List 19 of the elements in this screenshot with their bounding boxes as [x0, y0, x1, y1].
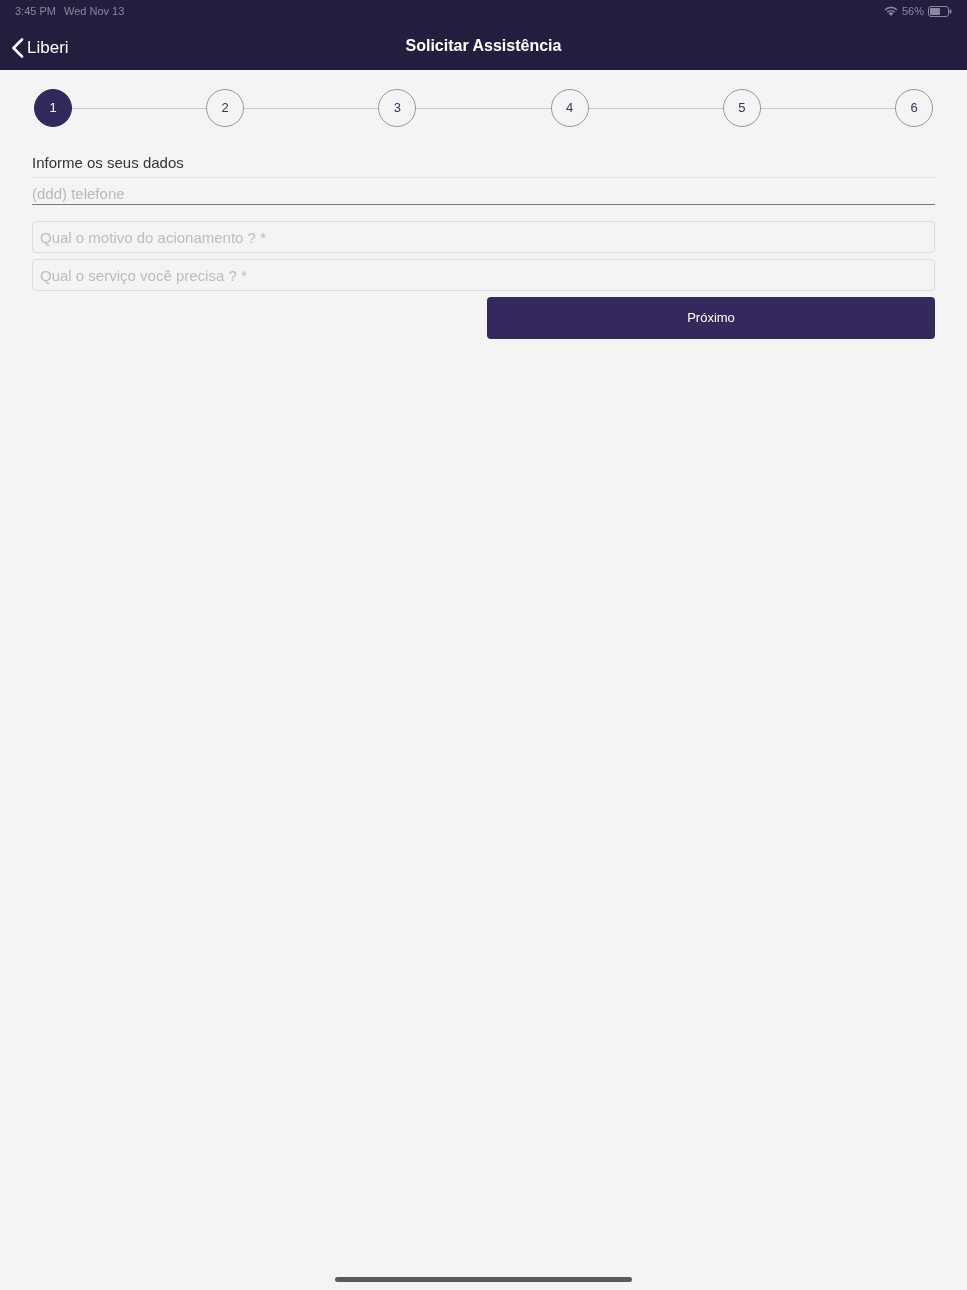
chevron-left-icon — [11, 37, 24, 58]
step-indicator: 3 — [378, 89, 417, 127]
back-button[interactable]: Liberi — [11, 35, 69, 61]
wifi-icon — [883, 6, 898, 16]
phone-input-field[interactable]: (ddd) telefone — [32, 179, 935, 205]
battery-icon — [928, 5, 952, 17]
step-indicator: 6 — [895, 89, 933, 127]
status-time: 3:45 PM — [15, 3, 56, 19]
text-input-field[interactable]: Qual o serviço você precisa ? * — [32, 259, 935, 291]
step-indicator: 1 — [34, 89, 72, 127]
page-title: Solicitar Assistência — [405, 36, 562, 56]
text-input-field[interactable]: Qual o motivo do acionamento ? * — [32, 221, 935, 253]
status-date: Wed Nov 13 — [63, 3, 125, 19]
next-button[interactable]: Próximo — [487, 297, 935, 339]
step-indicator: 5 — [722, 89, 761, 127]
step-indicator: 4 — [550, 89, 589, 127]
step-indicator: 2 — [206, 89, 245, 127]
section-title: Informe os seus dados — [32, 153, 935, 178]
battery-percent: 56% — [901, 3, 924, 19]
